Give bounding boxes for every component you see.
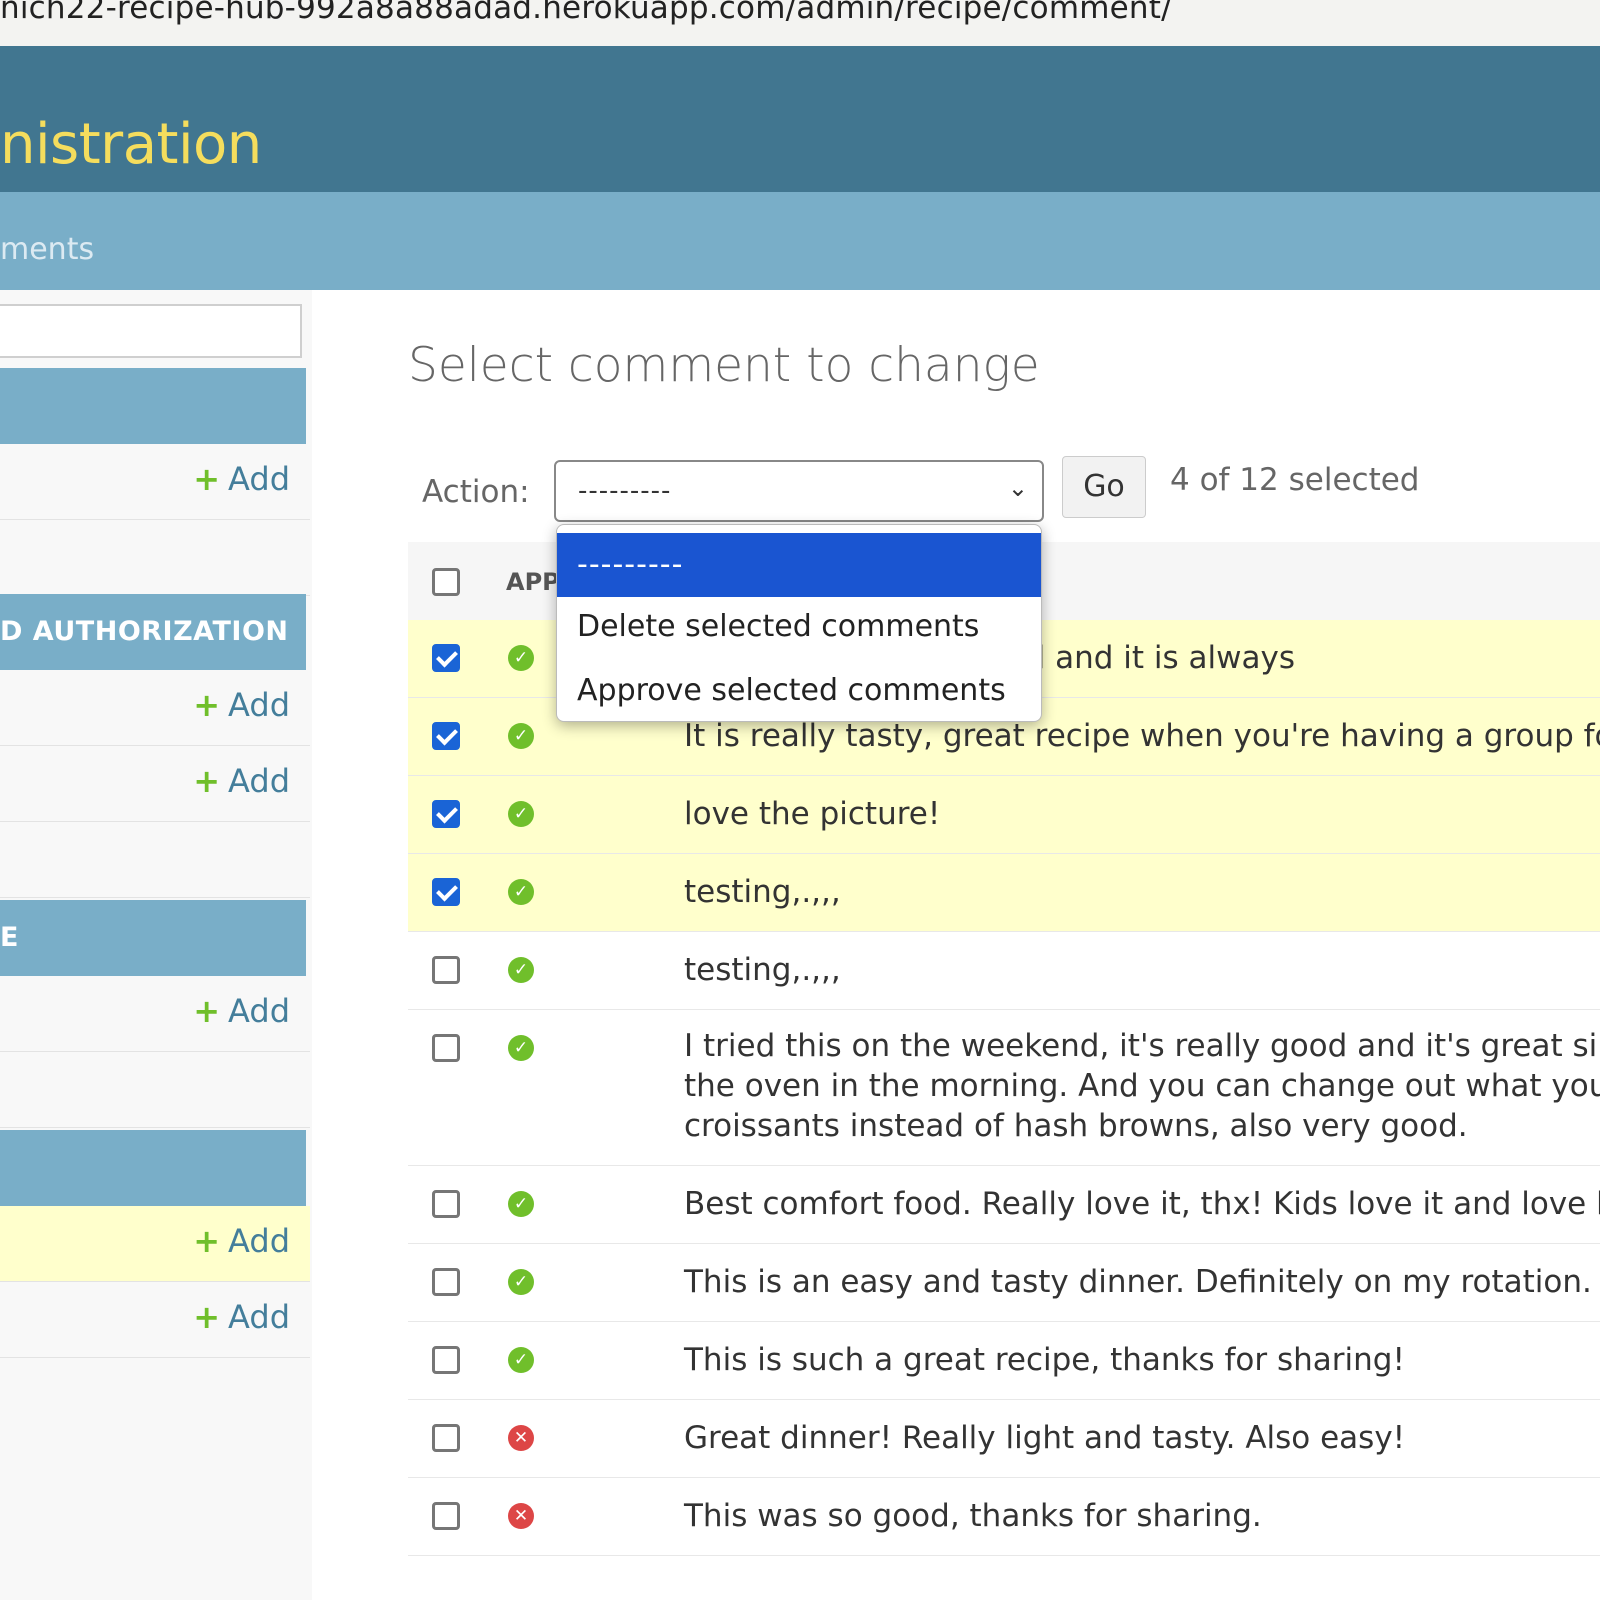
comment-text[interactable]: Best comfort food. Really love it, thx! … <box>684 1184 1600 1224</box>
model-row <box>0 822 310 898</box>
check-circle-icon: ✓ <box>508 1269 534 1295</box>
comment-text[interactable]: testing,.,,, <box>684 872 841 912</box>
action-option-approve[interactable]: Approve selected comments <box>557 659 1041 721</box>
model-row <box>0 1052 310 1128</box>
row-checkbox[interactable] <box>432 1268 460 1296</box>
page-title: Select comment to change <box>408 338 1040 393</box>
nav-filter-input[interactable] <box>0 304 302 358</box>
action-dropdown-menu: --------- Delete selected comments Appro… <box>556 524 1042 722</box>
action-option-empty[interactable]: --------- <box>557 533 1041 597</box>
table-row: ✕ Great dinner! Really light and tasty. A… <box>408 1400 1600 1478</box>
action-select[interactable]: --------- ⌄ <box>554 460 1044 522</box>
check-circle-icon: ✓ <box>508 1191 534 1217</box>
table-row: ✕ This was so good, thanks for sharing. <box>408 1478 1600 1556</box>
chevron-down-icon: ⌄ <box>1007 474 1028 502</box>
comment-text[interactable]: This is an easy and tasty dinner. Defini… <box>684 1262 1592 1302</box>
check-circle-icon: ✓ <box>508 801 534 827</box>
add-link[interactable]: + Add <box>193 1298 290 1336</box>
x-circle-icon: ✕ <box>508 1503 534 1529</box>
table-row: ✓ Best comfort food. Really love it, thx!… <box>408 1166 1600 1244</box>
comment-text[interactable]: I tried this on the weekend, it's really… <box>684 1026 1600 1066</box>
selection-counter: 4 of 12 selected <box>1170 462 1420 498</box>
plus-icon: + <box>193 1298 221 1336</box>
x-circle-icon: ✕ <box>508 1425 534 1451</box>
add-link[interactable]: + Add <box>193 1222 290 1260</box>
row-checkbox[interactable] <box>432 956 460 984</box>
app-caption[interactable] <box>0 1130 306 1206</box>
model-row: + Add <box>0 670 310 746</box>
model-row: + Add <box>0 976 310 1052</box>
go-button[interactable]: Go <box>1062 456 1146 518</box>
table-row: ✓ This is such a great recipe, thanks for… <box>408 1322 1600 1400</box>
row-checkbox[interactable] <box>432 1190 460 1218</box>
row-checkbox[interactable] <box>432 1346 460 1374</box>
app-caption[interactable]: E <box>0 900 306 976</box>
action-select-value: --------- <box>578 476 672 506</box>
plus-icon: + <box>193 686 221 724</box>
plus-icon: + <box>193 762 221 800</box>
add-link[interactable]: + Add <box>193 762 290 800</box>
comment-text[interactable]: Great dinner! Really light and tasty. Al… <box>684 1418 1405 1458</box>
plus-icon: + <box>193 992 221 1030</box>
table-row: ✓ testing,.,,, <box>408 854 1600 932</box>
browser-address-bar[interactable]: nich22-recipe-hub-992a8a88adad.herokuapp… <box>0 0 1600 47</box>
actions-bar: Action: --------- ⌄ Go 4 of 12 selected <box>408 456 1600 532</box>
table-row: ✓ testing,.,,, <box>408 932 1600 1010</box>
comment-text[interactable]: the oven in the morning. And you can cha… <box>684 1066 1600 1106</box>
check-circle-icon: ✓ <box>508 645 534 671</box>
row-checkbox[interactable] <box>432 800 460 828</box>
check-circle-icon: ✓ <box>508 957 534 983</box>
main-content: Select comment to change Action: -------… <box>312 290 1600 1600</box>
comment-text[interactable]: croissants instead of hash browns, also … <box>684 1106 1468 1146</box>
breadcrumb: ments <box>0 192 1600 290</box>
site-name[interactable]: nistration <box>0 112 262 177</box>
model-row: + Add <box>0 1282 310 1358</box>
check-circle-icon: ✓ <box>508 1347 534 1373</box>
add-link[interactable]: + Add <box>193 460 290 498</box>
plus-icon: + <box>193 1222 221 1260</box>
table-row: ✓ love the picture! <box>408 776 1600 854</box>
nav-sidebar: + Add D AUTHORIZATION + Add + Add E + Add + A… <box>0 290 313 1600</box>
comment-text[interactable]: testing,.,,, <box>684 950 841 990</box>
comment-text[interactable]: This is such a great recipe, thanks for … <box>684 1340 1405 1380</box>
row-checkbox[interactable] <box>432 1424 460 1452</box>
url-text[interactable]: nich22-recipe-hub-992a8a88adad.herokuapp… <box>0 0 1172 26</box>
row-checkbox[interactable] <box>432 1502 460 1530</box>
app-caption[interactable] <box>0 368 306 444</box>
model-row <box>0 520 310 596</box>
model-row: + Add <box>0 444 310 520</box>
comment-text[interactable]: It is really tasty, great recipe when yo… <box>684 716 1600 756</box>
plus-icon: + <box>193 460 221 498</box>
model-row: + Add <box>0 746 310 822</box>
table-row: ✓ This is an easy and tasty dinner. Defin… <box>408 1244 1600 1322</box>
add-link[interactable]: + Add <box>193 992 290 1030</box>
app-caption-authorization[interactable]: D AUTHORIZATION <box>0 594 306 670</box>
add-link[interactable]: + Add <box>193 686 290 724</box>
row-checkbox[interactable] <box>432 878 460 906</box>
table-row: ✓ I tried this on the weekend, it's reall… <box>408 1010 1600 1166</box>
check-circle-icon: ✓ <box>508 1035 534 1061</box>
check-circle-icon: ✓ <box>508 723 534 749</box>
column-header-approved[interactable]: APP <box>506 568 560 596</box>
action-option-delete[interactable]: Delete selected comments <box>557 595 1041 659</box>
row-checkbox[interactable] <box>432 1034 460 1062</box>
comment-text[interactable]: This was so good, thanks for sharing. <box>684 1496 1262 1536</box>
row-checkbox[interactable] <box>432 722 460 750</box>
row-checkbox[interactable] <box>432 644 460 672</box>
action-label: Action: <box>422 474 530 510</box>
admin-header: nistration <box>0 46 1600 192</box>
select-all-checkbox[interactable] <box>432 568 460 596</box>
comment-text[interactable]: love the picture! <box>684 794 940 834</box>
check-circle-icon: ✓ <box>508 879 534 905</box>
model-row-current: + Add <box>0 1206 310 1282</box>
breadcrumb-current: ments <box>0 232 95 267</box>
